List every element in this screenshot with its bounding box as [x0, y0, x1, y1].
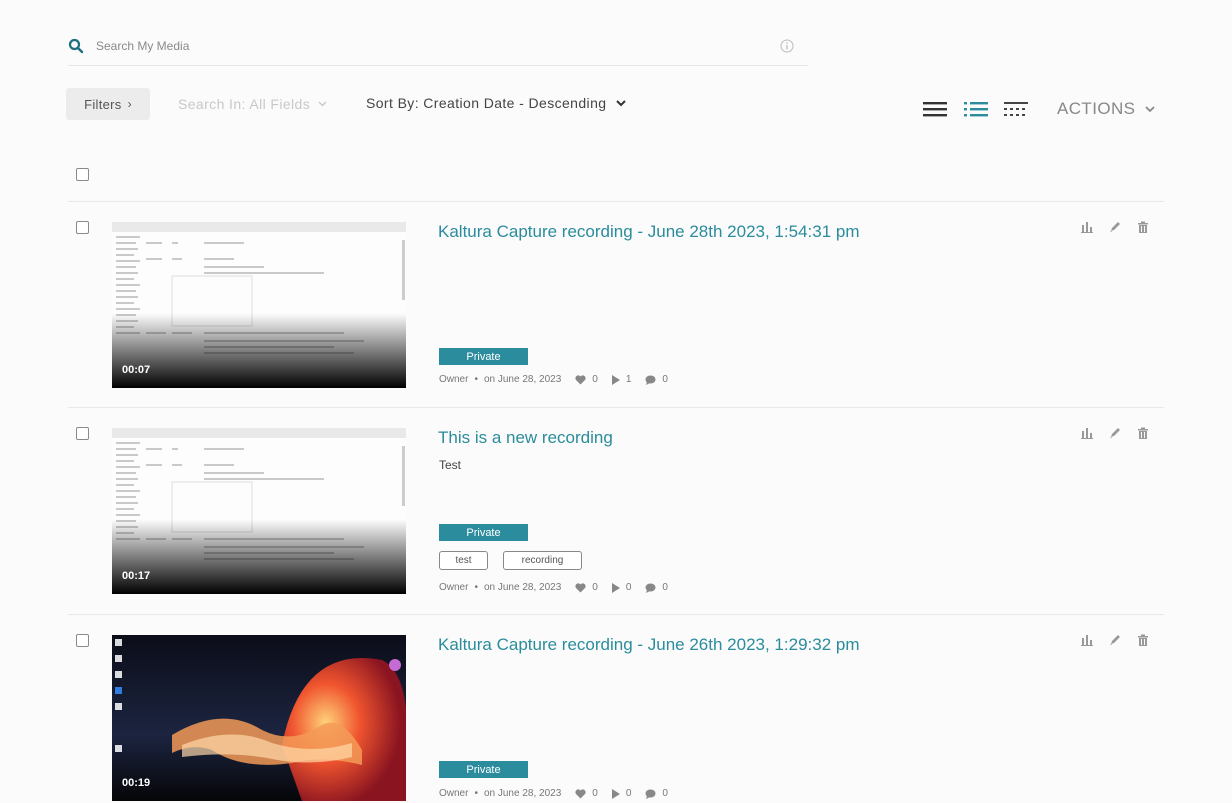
likes-count: 0 [592, 374, 598, 385]
entry-checkbox[interactable] [76, 634, 89, 647]
entry-thumbnail[interactable]: 00:17 [112, 428, 406, 594]
row-actions [1080, 220, 1150, 234]
duration-label: 00:17 [122, 570, 151, 582]
sort-by-label: Sort By: Creation Date - Descending [366, 95, 607, 111]
comments-count: 0 [662, 788, 668, 799]
likes-count: 0 [592, 788, 598, 799]
row-actions [1080, 633, 1150, 647]
actions-dropdown[interactable]: ACTIONS [1057, 99, 1156, 119]
sort-by-dropdown[interactable]: Sort By: Creation Date - Descending [366, 95, 627, 111]
duration-label: 00:07 [122, 364, 151, 376]
entry-checkbox[interactable] [76, 221, 89, 234]
play-icon [611, 788, 620, 799]
edit-icon[interactable] [1108, 426, 1122, 440]
owner-label: Owner [439, 374, 469, 385]
entry-meta: Owner • on June 28, 2023 0 0 0 [439, 788, 668, 799]
search-input[interactable] [96, 36, 756, 56]
edit-icon[interactable] [1108, 220, 1122, 234]
owner-label: Owner [439, 788, 469, 799]
detailed-view-icon[interactable] [922, 99, 948, 119]
status-badge: Private [439, 348, 528, 365]
info-icon[interactable] [780, 39, 794, 53]
entry-title-link[interactable]: Kaltura Capture recording - June 26th 20… [438, 635, 860, 655]
separator-dot: • [474, 582, 478, 593]
media-entry: 00:07 Kaltura Capture recording - June 2… [68, 202, 1164, 408]
comment-icon [645, 375, 656, 385]
search-bar [68, 28, 808, 66]
actions-label: ACTIONS [1057, 99, 1136, 118]
heart-icon [575, 788, 586, 798]
plays-count: 1 [625, 374, 632, 385]
media-entry: 00:19 Kaltura Capture recording - June 2… [68, 615, 1164, 803]
filters-button[interactable]: Filters › [66, 88, 150, 120]
heart-icon [575, 582, 586, 592]
tag-recording[interactable]: recording [503, 551, 582, 570]
delete-icon[interactable] [1136, 633, 1150, 647]
likes-count: 0 [592, 582, 598, 593]
entry-title-link[interactable]: This is a new recording [438, 428, 613, 448]
analytics-icon[interactable] [1080, 633, 1094, 647]
status-badge: Private [439, 524, 528, 541]
entry-thumbnail[interactable]: 00:07 [112, 222, 406, 388]
separator-dot: • [474, 788, 478, 799]
tag-test[interactable]: test [439, 551, 488, 570]
comment-icon [645, 789, 656, 799]
entry-description: Test [439, 458, 462, 472]
list-view-icon[interactable] [963, 99, 989, 119]
chevron-right-icon: › [127, 97, 132, 111]
plays-count: 0 [625, 788, 632, 799]
row-actions [1080, 426, 1150, 440]
delete-icon[interactable] [1136, 426, 1150, 440]
play-icon [611, 374, 620, 385]
grid-view-icon[interactable] [1003, 99, 1029, 119]
date-label: on June 28, 2023 [483, 788, 562, 799]
delete-icon[interactable] [1136, 220, 1150, 234]
entry-meta: Owner • on June 28, 2023 0 1 0 [439, 374, 668, 385]
play-icon [611, 582, 620, 593]
heart-icon [575, 374, 586, 384]
date-label: on June 28, 2023 [483, 582, 562, 593]
select-all-checkbox[interactable] [76, 168, 89, 181]
filters-label: Filters [84, 96, 122, 112]
analytics-icon[interactable] [1080, 426, 1094, 440]
entry-thumbnail[interactable]: 00:19 [112, 635, 406, 801]
edit-icon[interactable] [1108, 633, 1122, 647]
owner-label: Owner [439, 582, 469, 593]
chevron-down-icon [616, 99, 627, 106]
entry-title-link[interactable]: Kaltura Capture recording - June 28th 20… [438, 222, 860, 242]
date-label: on June 28, 2023 [483, 374, 562, 385]
entry-checkbox[interactable] [76, 427, 89, 440]
chevron-down-icon [318, 101, 327, 107]
media-entry: 00:17 This is a new recording Test Priva… [68, 408, 1164, 614]
search-in-dropdown[interactable]: Search In: All Fields [178, 96, 327, 112]
comments-count: 0 [662, 374, 668, 385]
comments-count: 0 [662, 582, 668, 593]
separator-dot: • [474, 374, 478, 385]
analytics-icon[interactable] [1080, 220, 1094, 234]
entry-meta: Owner • on June 28, 2023 0 0 0 [439, 582, 668, 593]
status-badge: Private [439, 761, 528, 778]
comment-icon [645, 583, 656, 593]
plays-count: 0 [625, 582, 632, 593]
duration-label: 00:19 [122, 777, 151, 789]
search-in-label: Search In: All Fields [178, 96, 311, 112]
search-icon[interactable] [68, 38, 84, 54]
chevron-down-icon [1145, 105, 1156, 112]
